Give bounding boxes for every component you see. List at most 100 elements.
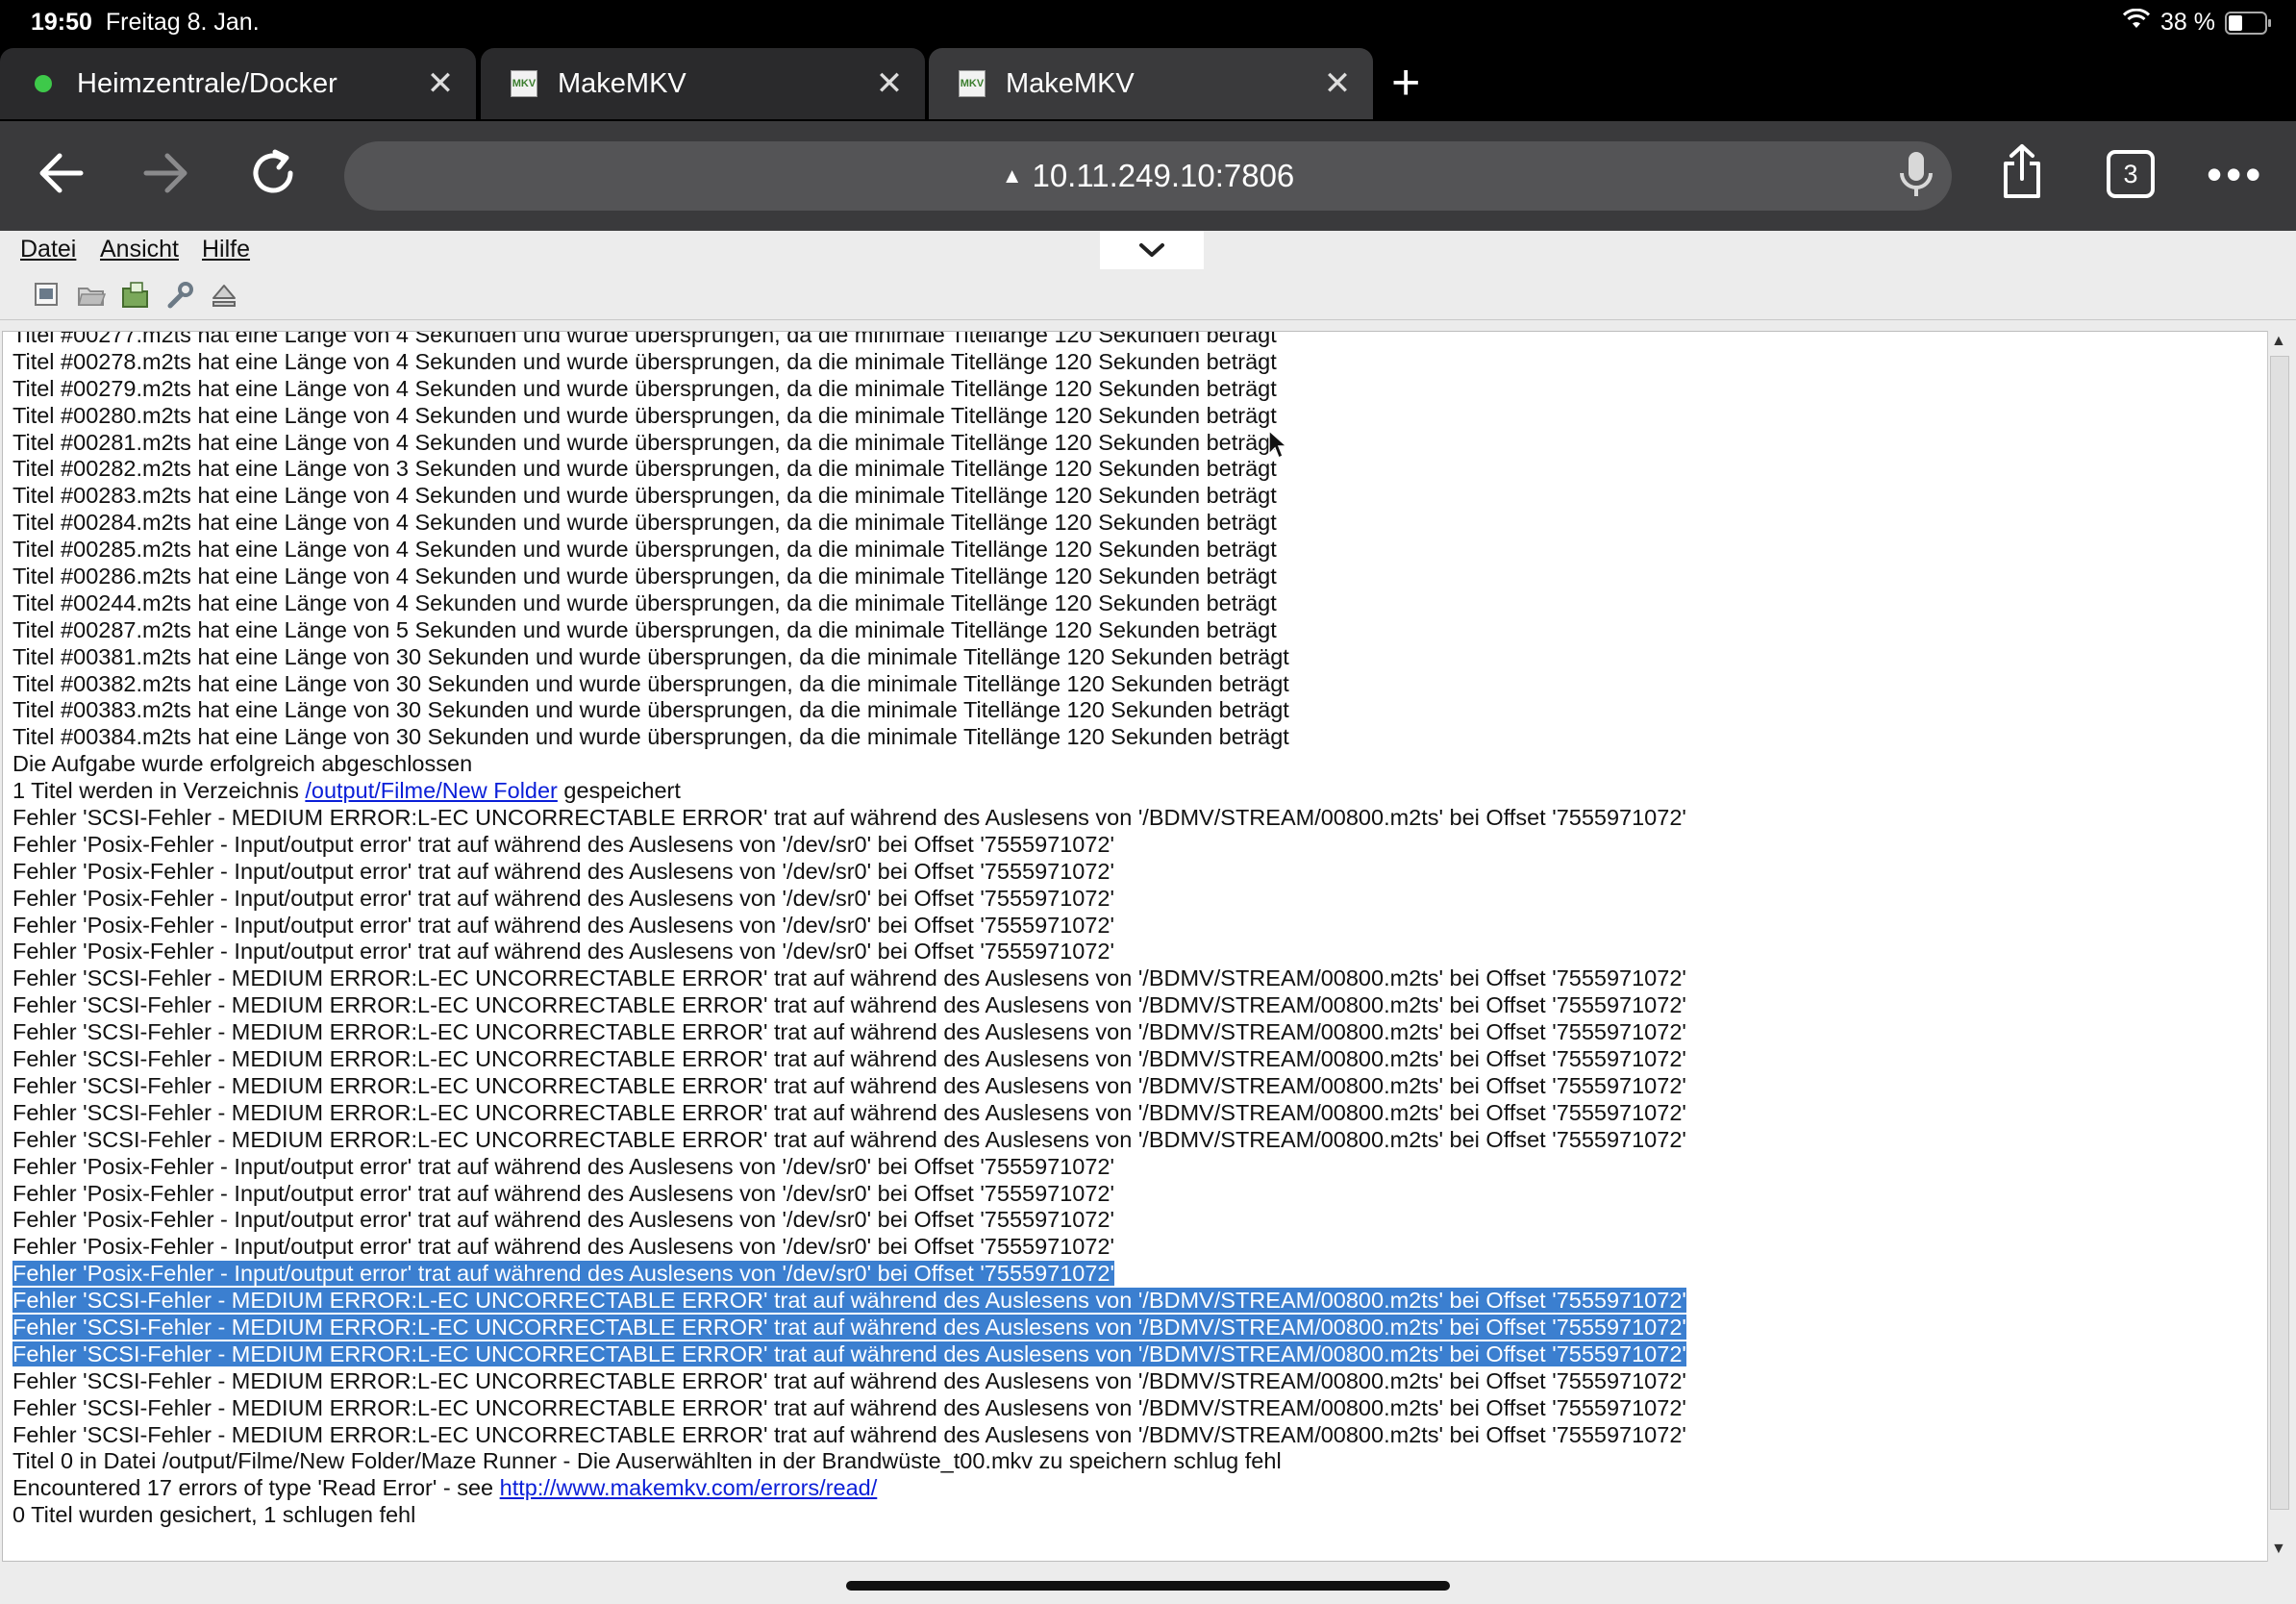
open-files-icon[interactable]: [77, 281, 107, 310]
close-icon[interactable]: ✕: [424, 64, 457, 103]
log-line: Fehler 'SCSI-Fehler - MEDIUM ERROR:L-EC …: [12, 1099, 1686, 1125]
log-lines: Titel #00277.m2ts hat eine Länge von 4 S…: [12, 331, 2253, 1529]
status-bar: 19:50 Freitag 8. Jan. 38 %: [0, 0, 2296, 46]
tab-label: Heimzentrale/Docker: [77, 67, 337, 99]
log-line: Fehler 'SCSI-Fehler - MEDIUM ERROR:L-EC …: [12, 965, 1686, 991]
log-link[interactable]: http://www.makemkv.com/errors/read/: [500, 1475, 878, 1500]
scroll-down-arrow-icon[interactable]: ▼: [2271, 1541, 2286, 1558]
log-line: Fehler 'SCSI-Fehler - MEDIUM ERROR:L-EC …: [12, 805, 1686, 831]
tab-heimzentrale[interactable]: Heimzentrale/Docker ✕: [0, 48, 476, 119]
log-line: Fehler 'Posix-Fehler - Input/output erro…: [12, 939, 1114, 965]
log-line: Titel #00278.m2ts hat eine Länge von 4 S…: [12, 348, 1277, 374]
log-line: Fehler 'Posix-Fehler - Input/output erro…: [12, 1153, 1114, 1179]
home-indicator[interactable]: [846, 1581, 1450, 1591]
address-bar-area: ▲ 10.11.249.10:7806 3 •••: [0, 121, 2296, 231]
reload-button[interactable]: [246, 146, 300, 213]
tab-label: MakeMKV: [558, 67, 686, 99]
log-line: Titel #00383.m2ts hat eine Länge von 30 …: [12, 697, 1289, 723]
more-options-icon[interactable]: •••: [2207, 148, 2264, 200]
url-field[interactable]: ▲ 10.11.249.10:7806: [344, 141, 1952, 211]
tab-makemkv-1[interactable]: MKV MakeMKV ✕: [481, 48, 925, 119]
makemkv-icon: MKV: [510, 69, 538, 98]
not-secure-warning-icon: ▲: [1001, 163, 1023, 188]
log-line: Fehler 'Posix-Fehler - Input/output erro…: [12, 1261, 2253, 1288]
log-line: Fehler 'Posix-Fehler - Input/output erro…: [12, 1207, 1114, 1233]
scroll-up-arrow-icon[interactable]: ▲: [2271, 333, 2286, 350]
log-line: Encountered 17 errors of type 'Read Erro…: [12, 1475, 2253, 1502]
menu-view[interactable]: Ansicht: [100, 236, 179, 263]
selected-log-text: Fehler 'SCSI-Fehler - MEDIUM ERROR:L-EC …: [12, 1314, 1686, 1340]
log-line: Fehler 'SCSI-Fehler - MEDIUM ERROR:L-EC …: [12, 1046, 1686, 1072]
log-line: Fehler 'SCSI-Fehler - MEDIUM ERROR:L-EC …: [12, 1421, 1686, 1447]
close-icon[interactable]: ✕: [1321, 64, 1354, 103]
log-line: Titel #00279.m2ts hat eine Länge von 4 S…: [12, 375, 1277, 401]
toolbar: [0, 269, 2296, 320]
battery-icon: [2225, 11, 2271, 35]
log-line: Titel #00283.m2ts hat eine Länge von 4 S…: [12, 483, 1277, 509]
log-line: Fehler 'SCSI-Fehler - MEDIUM ERROR:L-EC …: [12, 1367, 1686, 1393]
microphone-icon[interactable]: [1898, 148, 1934, 207]
menu-bar: Datei Ansicht Hilfe: [0, 231, 2296, 269]
log-line: Titel #00286.m2ts hat eine Länge von 4 S…: [12, 564, 1277, 589]
preferences-icon[interactable]: [165, 281, 194, 310]
log-scrollbar[interactable]: ▲ ▼: [2267, 331, 2293, 1562]
status-date: Freitag 8. Jan.: [105, 9, 260, 36]
menu-help[interactable]: Hilfe: [202, 236, 250, 263]
log-line: Titel #00284.m2ts hat eine Länge von 4 S…: [12, 510, 1277, 536]
log-line: Fehler 'SCSI-Fehler - MEDIUM ERROR:L-EC …: [12, 992, 1686, 1018]
status-time: 19:50: [31, 9, 92, 36]
tab-makemkv-2[interactable]: MKV MakeMKV ✕: [929, 48, 1373, 119]
chevron-down-icon[interactable]: [1100, 231, 1204, 269]
battery-fill: [2229, 14, 2242, 31]
mouse-pointer-icon: [1267, 429, 1288, 464]
log-line: Titel #00287.m2ts hat eine Länge von 5 S…: [12, 616, 1277, 642]
log-text: 1 Titel werden in Verzeichnis: [12, 778, 306, 804]
log-line: 1 Titel werden in Verzeichnis /output/Fi…: [12, 778, 2253, 805]
log-line: Titel #00280.m2ts hat eine Länge von 4 S…: [12, 402, 1277, 428]
log-line: Titel #00285.m2ts hat eine Länge von 4 S…: [12, 537, 1277, 563]
share-icon: [2004, 144, 2040, 198]
close-icon[interactable]: ✕: [873, 64, 906, 103]
log-text: Encountered 17 errors of type 'Read Erro…: [12, 1475, 500, 1501]
log-line: Fehler 'SCSI-Fehler - MEDIUM ERROR:L-EC …: [12, 1288, 2253, 1315]
log-view[interactable]: Titel #00277.m2ts hat eine Länge von 4 S…: [2, 331, 2269, 1562]
browser-tab-bar: Heimzentrale/Docker ✕ MKV MakeMKV ✕ MKV …: [0, 46, 2296, 121]
url-text: 10.11.249.10:7806: [1032, 158, 1295, 193]
arrow-right-icon: [143, 153, 187, 193]
tab-label: MakeMKV: [1006, 67, 1135, 99]
log-line: Titel #00381.m2ts hat eine Länge von 30 …: [12, 643, 1289, 669]
scroll-thumb[interactable]: [2270, 356, 2289, 1510]
log-link[interactable]: /output/Filme/New Folder: [305, 778, 558, 803]
menu-file[interactable]: Datei: [20, 236, 76, 263]
share-button[interactable]: [1998, 142, 2046, 214]
makemkv-app: Datei Ansicht Hilfe Titel #00277.m2ts ha…: [0, 231, 2296, 1604]
log-line: Fehler 'Posix-Fehler - Input/output erro…: [12, 831, 1114, 857]
log-line: Die Aufgabe wurde erfolgreich abgeschlos…: [12, 751, 473, 777]
open-disc-icon[interactable]: [33, 281, 62, 310]
forward-button[interactable]: [138, 146, 192, 213]
log-text: gespeichert: [557, 778, 681, 804]
reload-icon: [253, 149, 293, 193]
back-button[interactable]: [35, 146, 88, 213]
log-line: Titel 0 in Datei /output/Filme/New Folde…: [12, 1448, 1282, 1474]
log-line: Titel #00244.m2ts hat eine Länge von 4 S…: [12, 589, 1277, 615]
backup-icon[interactable]: [121, 281, 150, 310]
eject-icon[interactable]: [210, 281, 238, 310]
selected-log-text: Fehler 'SCSI-Fehler - MEDIUM ERROR:L-EC …: [12, 1288, 1686, 1314]
log-line: Fehler 'SCSI-Fehler - MEDIUM ERROR:L-EC …: [12, 1341, 2253, 1368]
log-line: Fehler 'SCSI-Fehler - MEDIUM ERROR:L-EC …: [12, 1314, 2253, 1341]
log-line: Titel #00382.m2ts hat eine Länge von 30 …: [12, 670, 1289, 696]
log-line: Titel #00281.m2ts hat eine Länge von 4 S…: [12, 429, 1277, 455]
new-tab-button[interactable]: +: [1391, 58, 1420, 108]
log-line: Fehler 'SCSI-Fehler - MEDIUM ERROR:L-EC …: [12, 1072, 1686, 1098]
log-line: Fehler 'Posix-Fehler - Input/output erro…: [12, 885, 1114, 911]
log-line: Fehler 'SCSI-Fehler - MEDIUM ERROR:L-EC …: [12, 1126, 1686, 1152]
selected-log-text: Fehler 'Posix-Fehler - Input/output erro…: [12, 1261, 1114, 1287]
log-line: Titel #00277.m2ts hat eine Länge von 4 S…: [12, 331, 1277, 347]
log-line: 0 Titel wurden gesichert, 1 schlugen feh…: [12, 1502, 416, 1528]
log-line: Fehler 'Posix-Fehler - Input/output erro…: [12, 1180, 1114, 1206]
tab-overview-button[interactable]: 3: [2107, 150, 2155, 198]
log-line: Fehler 'SCSI-Fehler - MEDIUM ERROR:L-EC …: [12, 1394, 1686, 1420]
log-line: Fehler 'Posix-Fehler - Input/output erro…: [12, 1234, 1114, 1260]
log-line: Fehler 'Posix-Fehler - Input/output erro…: [12, 912, 1114, 938]
